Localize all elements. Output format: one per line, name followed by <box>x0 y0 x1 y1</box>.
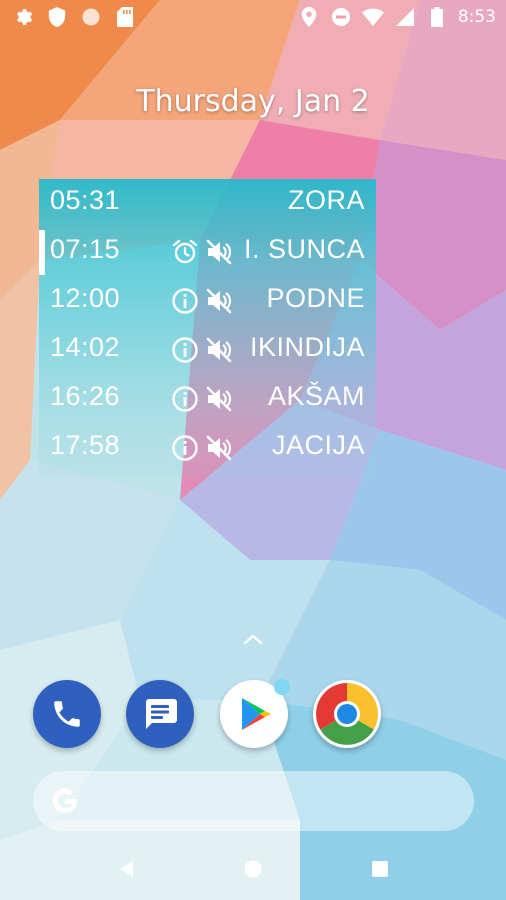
navigation-bar <box>0 838 506 900</box>
app-drawer-chevron-icon[interactable] <box>241 630 265 648</box>
prayer-name: JACIJA <box>271 430 365 460</box>
battery-icon <box>426 6 448 28</box>
gear-icon <box>12 6 34 28</box>
prayer-time: 14:02 <box>50 332 121 362</box>
info-icon[interactable] <box>171 434 199 462</box>
muted-speaker-icon[interactable] <box>205 385 233 413</box>
prayer-time: 17:58 <box>50 430 121 460</box>
google-search-bar[interactable] <box>33 771 474 831</box>
phone-app-icon[interactable] <box>33 680 101 748</box>
notification-dot-icon <box>274 679 290 695</box>
prayer-row-aksam[interactable]: 16:26 AKŠAM <box>39 375 376 424</box>
prayer-name: ZORA <box>287 185 365 215</box>
prayer-name: IKINDIJA <box>249 332 365 362</box>
back-icon[interactable] <box>112 854 142 884</box>
play-store-app-icon[interactable] <box>220 679 290 748</box>
prayer-row-podne[interactable]: 12:00 PODNE <box>39 277 376 326</box>
status-bar: 8:53 <box>0 0 506 36</box>
prayer-name: AKŠAM <box>267 381 365 411</box>
prayer-name: I. SUNCA <box>243 234 365 264</box>
circle-icon <box>80 6 102 28</box>
muted-speaker-icon[interactable] <box>205 336 233 364</box>
google-g-icon <box>52 788 78 814</box>
muted-speaker-icon[interactable] <box>205 434 233 462</box>
prayer-row-ikindija[interactable]: 14:02 IKINDIJA <box>39 326 376 375</box>
do-not-disturb-icon <box>330 6 352 28</box>
current-prayer-indicator <box>39 230 45 275</box>
prayer-name: PODNE <box>266 283 365 313</box>
prayer-time: 07:15 <box>50 234 121 264</box>
messages-app-icon[interactable] <box>126 680 194 748</box>
prayer-times-widget[interactable]: 05:31 ZORA 07:15 I. SUNCA 12:00 PODNE 14… <box>39 179 376 478</box>
status-time: 8:53 <box>457 7 496 27</box>
prayer-row-sunrise[interactable]: 07:15 I. SUNCA <box>39 228 376 277</box>
location-pin-icon <box>298 6 320 28</box>
home-date[interactable]: Thursday, Jan 2 <box>0 84 506 119</box>
info-icon[interactable] <box>171 287 199 315</box>
cell-signal-icon <box>394 6 416 28</box>
alarm-icon[interactable] <box>171 238 199 266</box>
shield-icon <box>46 6 68 28</box>
prayer-time: 12:00 <box>50 283 121 313</box>
recents-icon[interactable] <box>365 854 395 884</box>
muted-speaker-icon[interactable] <box>205 287 233 315</box>
prayer-row-jacija[interactable]: 17:58 JACIJA <box>39 424 376 473</box>
home-icon[interactable] <box>238 854 268 884</box>
sd-card-icon <box>114 6 136 28</box>
info-icon[interactable] <box>171 336 199 364</box>
info-icon[interactable] <box>171 385 199 413</box>
muted-speaker-icon[interactable] <box>205 238 233 266</box>
prayer-time: 16:26 <box>50 381 121 411</box>
chrome-app-icon[interactable] <box>313 680 381 748</box>
wifi-icon <box>361 6 384 28</box>
prayer-row-zora[interactable]: 05:31 ZORA <box>39 179 376 228</box>
prayer-time: 05:31 <box>50 185 121 215</box>
